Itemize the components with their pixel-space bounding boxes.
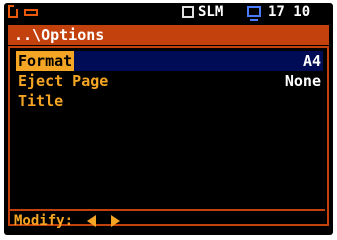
arrow-left-icon[interactable] [87, 215, 97, 227]
option-title[interactable]: Title [16, 91, 323, 111]
monitor-icon [247, 6, 261, 21]
option-format[interactable]: Format A4 [16, 51, 323, 71]
clock: 17 10 [268, 4, 311, 20]
option-eject-page[interactable]: Eject Page None [16, 71, 323, 91]
option-value: A4 [302, 52, 321, 70]
option-label: Title [18, 92, 64, 110]
title-bar: ..\Options [8, 25, 329, 45]
status-bar: SLM 17 10 [4, 3, 333, 23]
option-label: Format [16, 51, 75, 71]
mode-label: SLM [198, 4, 224, 20]
battery-icon [24, 9, 38, 16]
option-label: Eject Page [18, 72, 109, 90]
arrow-right-icon[interactable] [110, 215, 120, 227]
options-panel: Format A4 Eject Page None Title [8, 46, 329, 226]
modify-label: Modify: [14, 213, 74, 229]
device-screen: SLM 17 10 ..\Options Format A4 Eject Pag… [4, 3, 333, 235]
modify-hint: Modify: [14, 213, 120, 229]
file-icon [8, 5, 18, 18]
mode-indicator-icon [182, 6, 194, 18]
page-title: ..\Options [14, 26, 105, 44]
option-value: None [284, 72, 321, 90]
footer-divider [8, 209, 325, 211]
